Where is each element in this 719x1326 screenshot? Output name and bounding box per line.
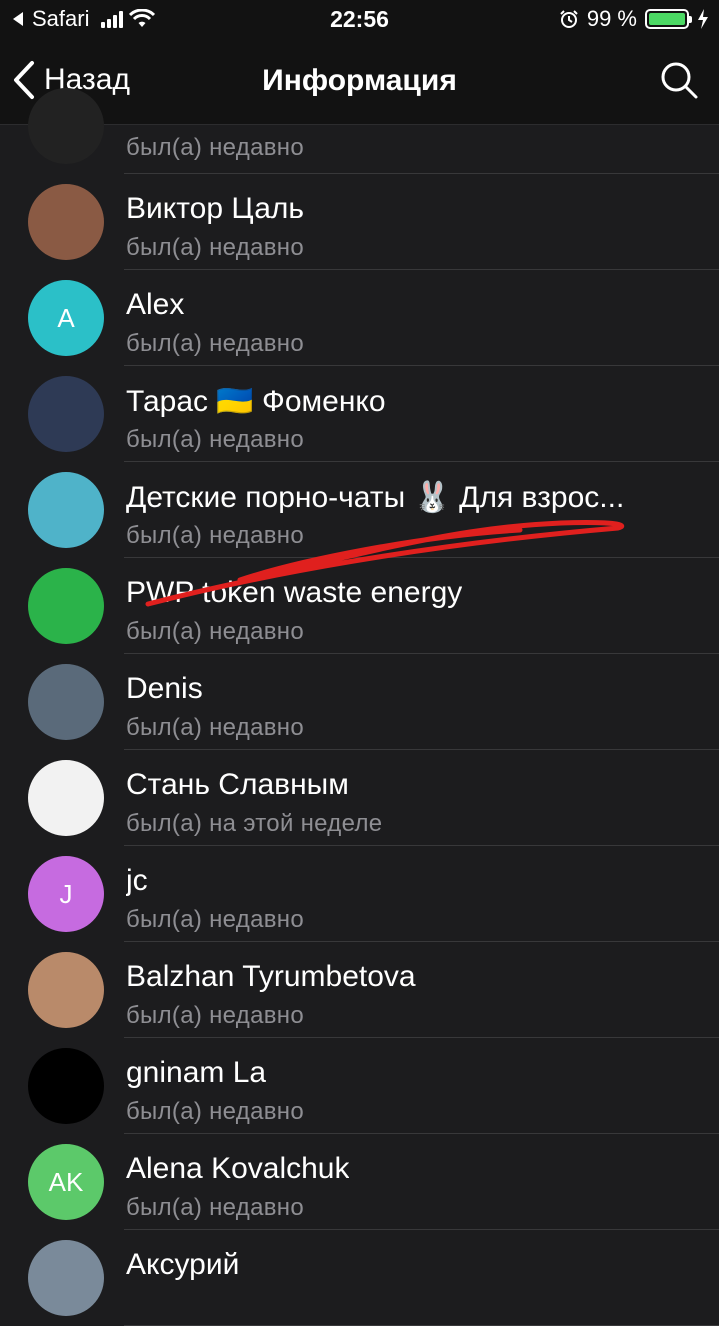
avatar: A xyxy=(28,280,104,356)
member-row[interactable]: Balzhan Tyrumbetova был(а) недавно xyxy=(0,942,719,1038)
member-name: jc xyxy=(126,864,148,897)
avatar xyxy=(28,472,104,548)
member-name: Тарас 🇺🇦 Фоменко xyxy=(126,385,386,418)
avatar-initials: J xyxy=(59,878,73,909)
member-row[interactable]: Тарас 🇺🇦 Фоменко был(а) недавно xyxy=(0,366,719,462)
member-name: Balzhan Tyrumbetova xyxy=(126,960,416,993)
status-bar: Safari 22:56 99 % xyxy=(0,0,719,40)
member-name: PWP token waste energy xyxy=(126,576,463,609)
member-row[interactable]: Детские порно-чаты 🐰 Для взрос... был(а) … xyxy=(0,462,719,558)
avatar xyxy=(28,376,104,452)
member-status: был(а) недавно xyxy=(126,134,304,161)
member-status: был(а) недавно xyxy=(126,426,304,453)
member-row[interactable]: gninam La был(а) недавно xyxy=(0,1038,719,1134)
member-row[interactable]: PWP token waste energy был(а) недавно xyxy=(0,558,719,654)
avatar xyxy=(28,1240,104,1316)
alarm-icon xyxy=(560,10,578,28)
member-status: был(а) на этой неделе xyxy=(126,810,383,837)
page-title: Информация xyxy=(262,64,457,97)
member-row[interactable]: Аксурий xyxy=(0,1230,719,1326)
search-button[interactable] xyxy=(659,60,699,105)
member-status: был(а) недавно xyxy=(126,522,304,549)
member-row[interactable]: Denis был(а) недавно xyxy=(0,654,719,750)
navigation-bar: Назад Информация xyxy=(0,40,719,125)
avatar xyxy=(28,952,104,1028)
member-row[interactable]: Jjc был(а) недавно xyxy=(0,846,719,942)
member-row[interactable]: AK Alena Kovalchuk был(а) недавно xyxy=(0,1134,719,1230)
member-name: Alena Kovalchuk xyxy=(126,1152,350,1185)
avatar: AK xyxy=(28,1144,104,1220)
avatar xyxy=(28,568,104,644)
member-name: Alex xyxy=(126,288,185,321)
member-row[interactable]: A Alex был(а) недавно xyxy=(0,270,719,366)
member-name: Аксурий xyxy=(126,1248,240,1281)
battery-level xyxy=(649,13,685,25)
member-status: был(а) недавно xyxy=(126,1098,304,1125)
avatar-initials: AK xyxy=(48,1166,84,1197)
member-list: был(а) недавно Виктор Цаль был(а) недавно A… xyxy=(0,88,719,1326)
charging-icon xyxy=(698,9,708,29)
member-name: Виктор Цаль xyxy=(126,192,305,225)
status-right: 99 % xyxy=(559,6,709,32)
member-status: был(а) недавно xyxy=(126,714,304,741)
member-name: Детские порно-чаты 🐰 Для взрос... xyxy=(126,481,625,514)
member-status: был(а) недавно xyxy=(126,618,304,645)
member-name: Denis xyxy=(126,672,203,705)
member-name: gninam La xyxy=(126,1056,267,1089)
avatar xyxy=(28,664,104,740)
member-row[interactable]: Стань Славным был(а) на этой неделе xyxy=(0,750,719,846)
battery-icon xyxy=(645,9,692,29)
battery-percent: 99 % xyxy=(586,6,637,31)
search-icon xyxy=(661,62,698,99)
member-name: Стань Славным xyxy=(126,768,349,801)
member-status: был(а) недавно xyxy=(126,1194,304,1221)
member-status: был(а) недавно xyxy=(126,906,304,933)
avatar xyxy=(28,88,104,164)
member-row[interactable]: Виктор Цаль был(а) недавно xyxy=(0,174,719,270)
avatar xyxy=(28,1048,104,1124)
member-status: был(а) недавно xyxy=(126,1002,304,1029)
avatar xyxy=(28,184,104,260)
avatar: J xyxy=(28,856,104,932)
avatar xyxy=(28,760,104,836)
member-row[interactable]: был(а) недавно xyxy=(0,88,719,174)
member-status: был(а) недавно xyxy=(126,330,304,357)
avatar-initials: A xyxy=(57,302,75,333)
member-status: был(а) недавно xyxy=(126,234,304,261)
